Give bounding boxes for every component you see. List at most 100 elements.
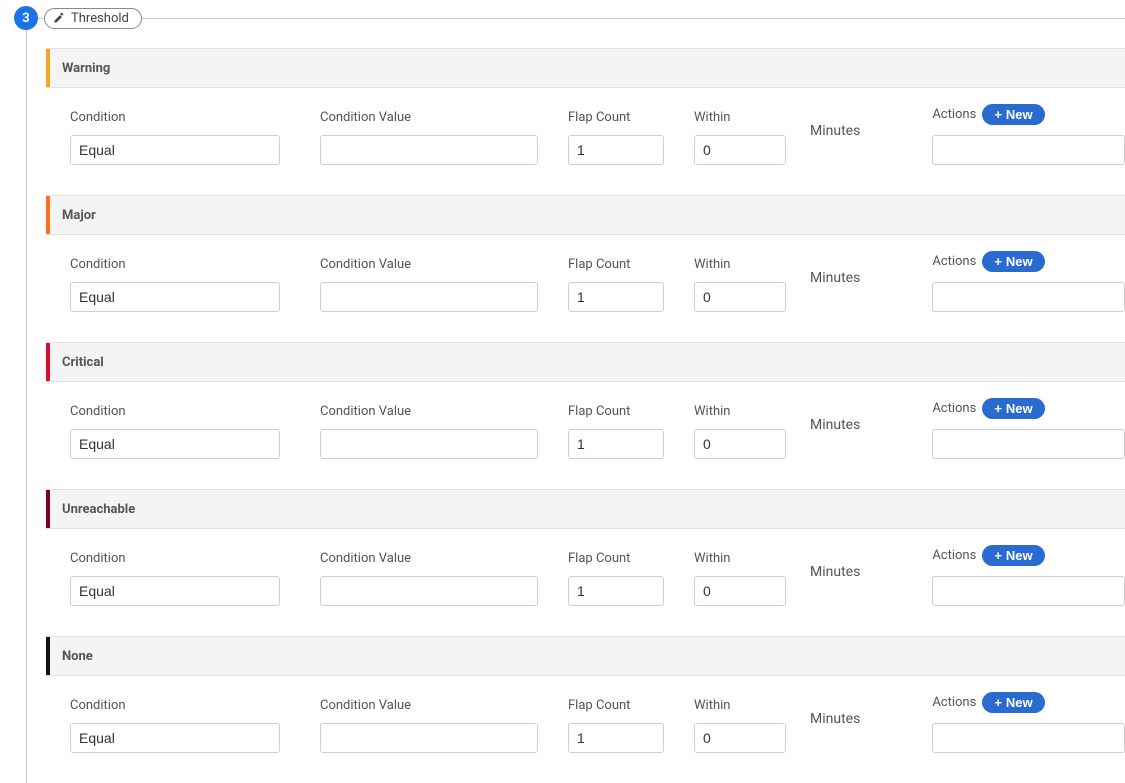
plus-icon: + [994, 402, 1002, 415]
flap-count-label: Flap Count [568, 698, 664, 713]
condition-input[interactable] [70, 576, 280, 606]
flap-count-label: Flap Count [568, 110, 664, 125]
within-field: Within [694, 257, 786, 312]
section-title: None [50, 637, 93, 675]
minutes-unit: Minutes [810, 270, 860, 294]
section-header: Major [46, 195, 1125, 235]
condition-field: Condition [70, 257, 280, 312]
actions-label: Actions [932, 548, 976, 563]
within-label: Within [694, 404, 786, 419]
flap-count-label: Flap Count [568, 551, 664, 566]
condition-label: Condition [70, 404, 280, 419]
condition-value-field: Condition Value [320, 551, 538, 606]
flap-count-field: Flap Count [568, 698, 664, 753]
within-input[interactable] [694, 576, 786, 606]
actions-column: Actions + New [932, 398, 1125, 459]
new-button-label: New [1006, 401, 1033, 416]
flap-count-field: Flap Count [568, 257, 664, 312]
pencil-icon [53, 12, 65, 24]
flap-count-field: Flap Count [568, 551, 664, 606]
actions-label: Actions [932, 695, 976, 710]
threshold-section: Warning Condition Condition Value Flap C… [46, 48, 1125, 195]
actions-select[interactable] [932, 135, 1125, 165]
within-field: Within [694, 110, 786, 165]
condition-value-input[interactable] [320, 135, 538, 165]
actions-select[interactable] [932, 282, 1125, 312]
condition-input[interactable] [70, 135, 280, 165]
within-input[interactable] [694, 429, 786, 459]
new-action-button[interactable]: + New [982, 692, 1044, 713]
condition-label: Condition [70, 110, 280, 125]
new-action-button[interactable]: + New [982, 545, 1044, 566]
threshold-section: Unreachable Condition Condition Value Fl… [46, 489, 1125, 636]
actions-header: Actions + New [932, 398, 1125, 419]
section-title: Major [50, 196, 96, 234]
condition-value-label: Condition Value [320, 257, 538, 272]
step-title-pill[interactable]: Threshold [44, 8, 142, 29]
flap-count-input[interactable] [568, 576, 664, 606]
within-input[interactable] [694, 282, 786, 312]
actions-select[interactable] [932, 429, 1125, 459]
within-label: Within [694, 110, 786, 125]
new-button-label: New [1006, 695, 1033, 710]
actions-header: Actions + New [932, 251, 1125, 272]
step-title: Threshold [71, 11, 129, 26]
plus-icon: + [994, 549, 1002, 562]
page: 3 Threshold Warning Condition Condition … [0, 0, 1125, 783]
condition-label: Condition [70, 257, 280, 272]
condition-label: Condition [70, 551, 280, 566]
condition-value-input[interactable] [320, 576, 538, 606]
new-action-button[interactable]: + New [982, 251, 1044, 272]
section-body: Condition Condition Value Flap Count Wit… [46, 88, 1125, 195]
within-label: Within [694, 257, 786, 272]
step-divider [26, 18, 1125, 19]
actions-label: Actions [932, 107, 976, 122]
threshold-section: Major Condition Condition Value Flap Cou… [46, 195, 1125, 342]
condition-value-label: Condition Value [320, 110, 538, 125]
flap-count-input[interactable] [568, 282, 664, 312]
condition-input[interactable] [70, 429, 280, 459]
condition-label: Condition [70, 698, 280, 713]
new-button-label: New [1006, 548, 1033, 563]
condition-value-input[interactable] [320, 429, 538, 459]
condition-value-label: Condition Value [320, 551, 538, 566]
actions-header: Actions + New [932, 692, 1125, 713]
within-field: Within [694, 698, 786, 753]
actions-column: Actions + New [932, 545, 1125, 606]
new-action-button[interactable]: + New [982, 398, 1044, 419]
actions-header: Actions + New [932, 104, 1125, 125]
new-button-label: New [1006, 254, 1033, 269]
flap-count-field: Flap Count [568, 404, 664, 459]
condition-value-input[interactable] [320, 282, 538, 312]
condition-field: Condition [70, 551, 280, 606]
within-input[interactable] [694, 135, 786, 165]
minutes-unit: Minutes [810, 417, 860, 441]
condition-value-field: Condition Value [320, 257, 538, 312]
within-label: Within [694, 698, 786, 713]
section-title: Warning [50, 49, 110, 87]
condition-field: Condition [70, 698, 280, 753]
within-label: Within [694, 551, 786, 566]
threshold-section: None Condition Condition Value Flap Coun… [46, 636, 1125, 783]
section-body: Condition Condition Value Flap Count Wit… [46, 529, 1125, 636]
plus-icon: + [994, 108, 1002, 121]
flap-count-label: Flap Count [568, 404, 664, 419]
flap-count-input[interactable] [568, 429, 664, 459]
actions-header: Actions + New [932, 545, 1125, 566]
new-action-button[interactable]: + New [982, 104, 1044, 125]
minutes-unit: Minutes [810, 123, 860, 147]
condition-value-label: Condition Value [320, 404, 538, 419]
section-body: Condition Condition Value Flap Count Wit… [46, 382, 1125, 489]
condition-value-field: Condition Value [320, 404, 538, 459]
section-title: Critical [50, 343, 104, 381]
condition-field: Condition [70, 110, 280, 165]
within-field: Within [694, 404, 786, 459]
step-vertical-line [26, 30, 27, 783]
actions-column: Actions + New [932, 692, 1125, 753]
flap-count-input[interactable] [568, 135, 664, 165]
actions-select[interactable] [932, 576, 1125, 606]
section-body: Condition Condition Value Flap Count Wit… [46, 235, 1125, 342]
section-header: Critical [46, 342, 1125, 382]
condition-value-field: Condition Value [320, 110, 538, 165]
condition-input[interactable] [70, 282, 280, 312]
